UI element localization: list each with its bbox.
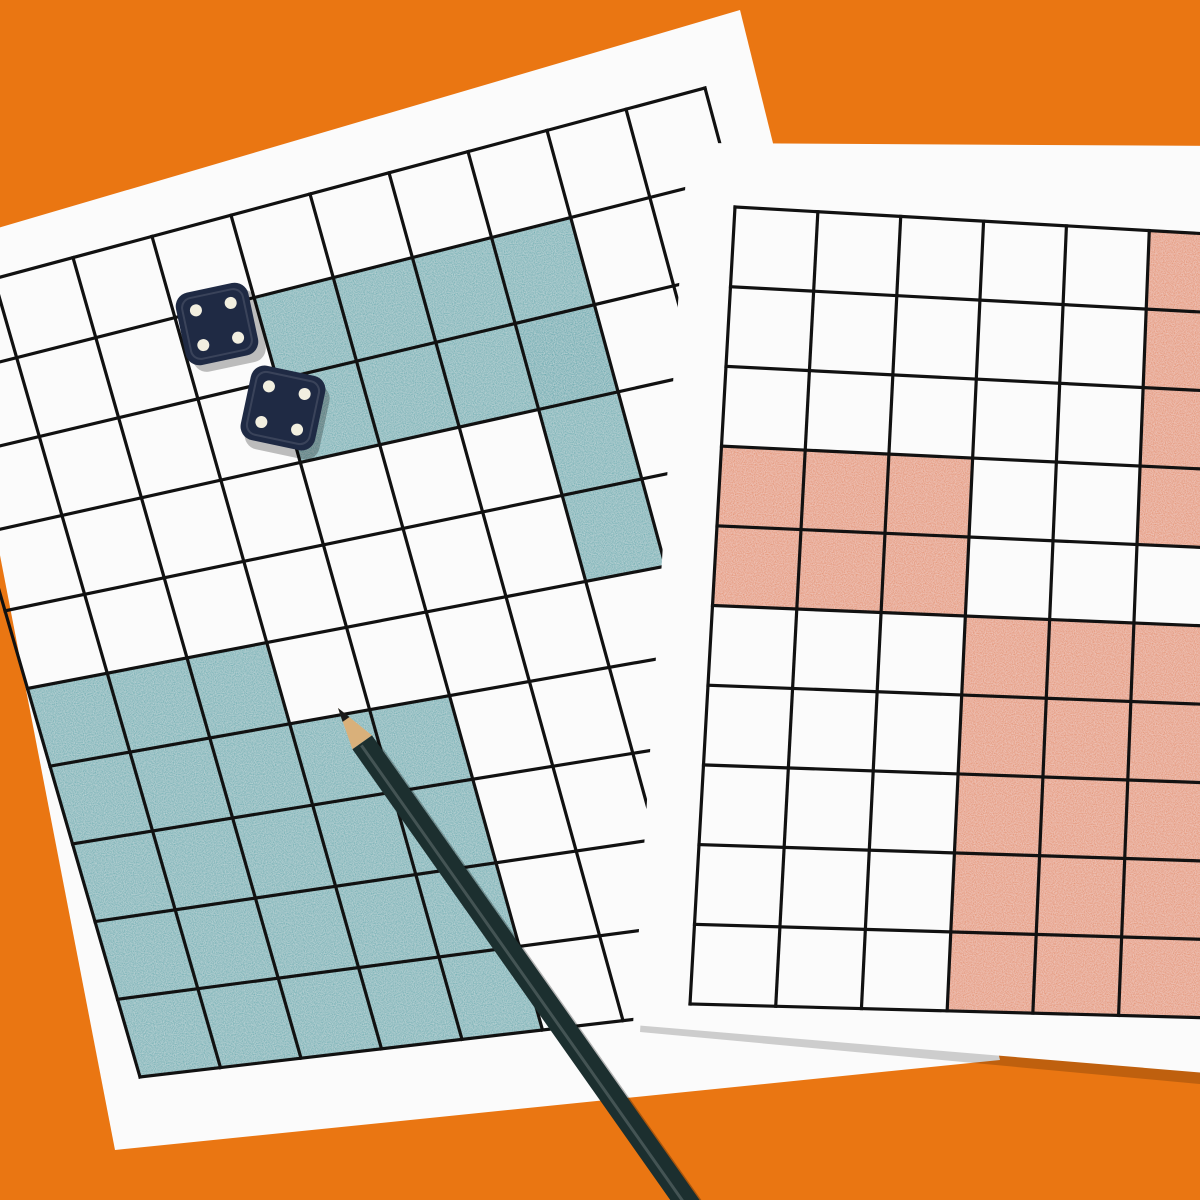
- right-sheet: [633, 143, 1200, 1073]
- photo-scene: [0, 0, 1200, 1200]
- right-sheet-shaded-region: [947, 616, 1200, 1018]
- scene-illustration: [0, 10, 1200, 1200]
- die-body: [240, 365, 326, 451]
